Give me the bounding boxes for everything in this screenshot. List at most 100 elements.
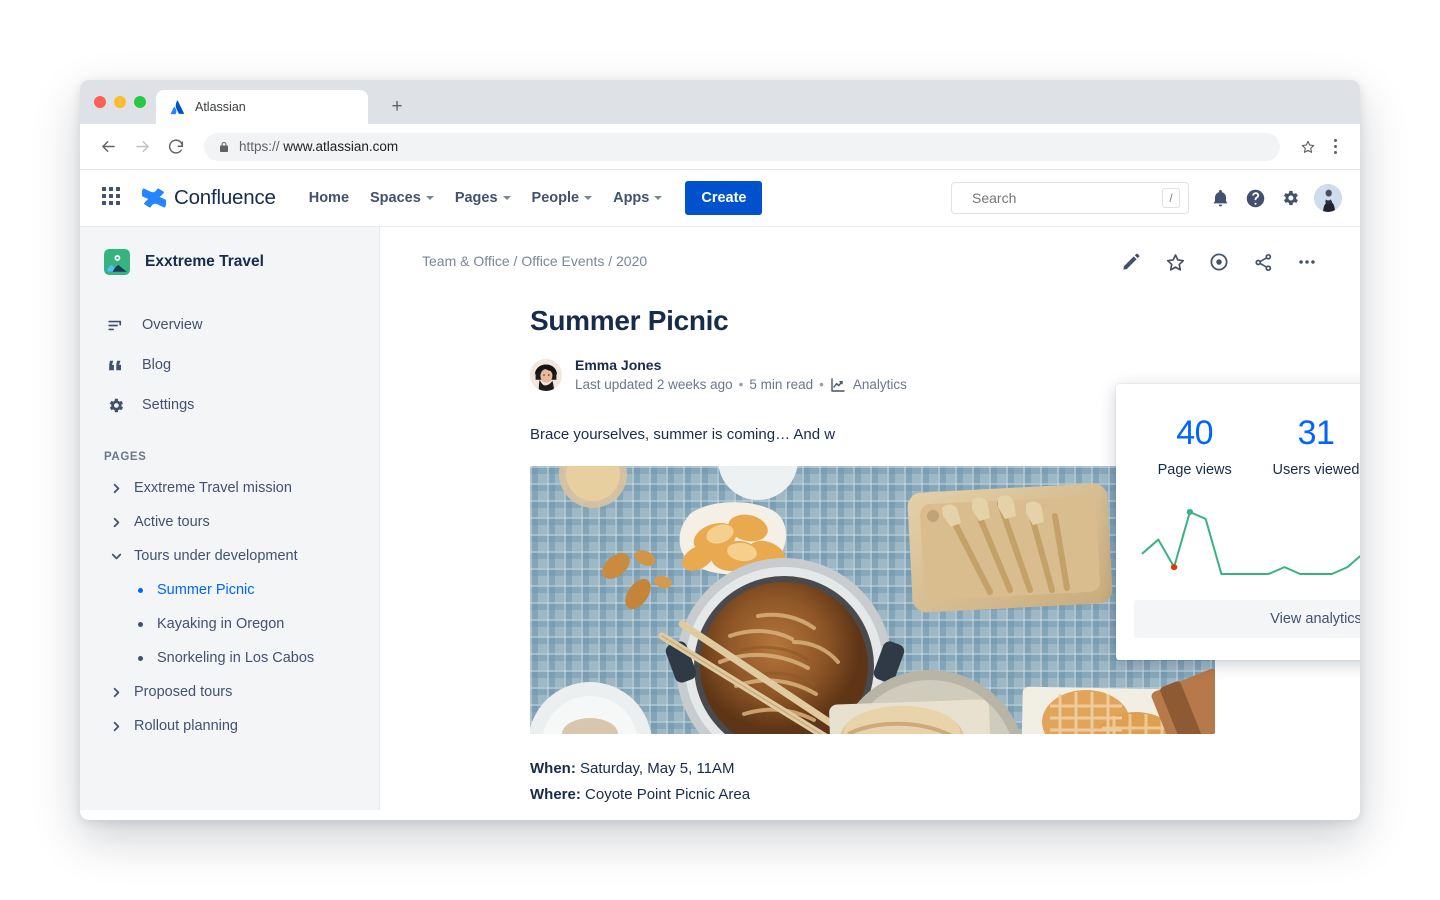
- minimize-window-button[interactable]: [114, 96, 126, 108]
- space-avatar-icon: [104, 249, 130, 275]
- reload-icon[interactable]: [162, 133, 190, 161]
- lock-icon: [218, 141, 230, 153]
- settings-gear-icon[interactable]: [1279, 187, 1301, 209]
- byline-text: Emma Jones Last updated 2 weeks ago • 5 …: [575, 355, 907, 395]
- tree-item-label: Summer Picnic: [157, 582, 255, 598]
- search-input[interactable]: [972, 190, 1153, 206]
- share-icon[interactable]: [1250, 249, 1276, 275]
- browser-window: Atlassian + https:// www.atlassian.com C…: [80, 80, 1360, 820]
- confluence-brand[interactable]: Confluence: [142, 186, 276, 210]
- detail-label: When:: [530, 760, 576, 778]
- kebab-menu-icon[interactable]: [1324, 133, 1346, 161]
- page-action-toolbar: [1118, 249, 1320, 275]
- analytics-stats: 40 Page views 31 Users viewed 3 Comments: [1134, 416, 1360, 478]
- stat-label: Users viewed: [1272, 462, 1360, 478]
- tree-item-summer-picnic[interactable]: Summer Picnic: [80, 573, 379, 607]
- chevron-down-icon[interactable]: [110, 552, 122, 561]
- confluence-logo-icon: [142, 188, 166, 208]
- sidebar-item-label: Settings: [142, 397, 195, 413]
- view-analytics-button[interactable]: View analytics: [1134, 600, 1360, 638]
- chevron-down-icon: [425, 196, 434, 200]
- tree-item-label: Tours under development: [134, 548, 298, 564]
- search-box[interactable]: /: [951, 182, 1189, 214]
- tree-item-active-tours[interactable]: Active tours: [80, 505, 379, 539]
- star-favorite-icon[interactable]: [1162, 249, 1188, 275]
- blog-quote-icon: [104, 354, 126, 376]
- author-avatar[interactable]: [530, 358, 562, 391]
- picnic-food-photo-image: [530, 466, 1215, 735]
- window-traffic-lights: [92, 80, 156, 124]
- profile-avatar[interactable]: [1314, 184, 1342, 212]
- space-header[interactable]: Exxtreme Travel: [80, 249, 379, 275]
- watch-eye-icon[interactable]: [1206, 249, 1232, 275]
- page-meta: Last updated 2 weeks ago • 5 min read • …: [575, 375, 907, 395]
- pages-section-label: Pages: [104, 451, 147, 463]
- tree-item-rollout-planning[interactable]: Rollout planning: [80, 709, 379, 743]
- analytics-sparkline: 4: [1134, 504, 1360, 584]
- bullet-icon: [138, 655, 143, 661]
- back-arrow-icon[interactable]: [94, 133, 122, 161]
- tree-item-exxtreme-travel-mission[interactable]: Exxtreme Travel mission: [80, 471, 379, 505]
- help-question-icon[interactable]: [1244, 187, 1266, 209]
- chevron-down-icon: [584, 196, 593, 200]
- forward-arrow-icon[interactable]: [128, 133, 156, 161]
- chevron-down-icon: [502, 196, 511, 200]
- nav-item-pages[interactable]: Pages: [446, 183, 520, 213]
- search-shortcut-key: /: [1162, 188, 1180, 208]
- global-nav-items: Home Spaces Pages People Apps: [300, 183, 672, 213]
- chevron-right-icon[interactable]: [110, 687, 122, 698]
- stat-label: Page views: [1157, 462, 1232, 478]
- page-content: Team & Office / Office Events / 2020 Sum…: [380, 227, 1360, 810]
- min-point: [1170, 564, 1178, 571]
- sidebar-item-overview[interactable]: Overview: [80, 305, 379, 345]
- chevron-right-icon[interactable]: [110, 721, 122, 732]
- nav-item-spaces[interactable]: Spaces: [361, 183, 443, 213]
- tree-item-label: Snorkeling in Los Cabos: [157, 650, 315, 666]
- tree-item-tours-under-development[interactable]: Tours under development: [80, 539, 379, 573]
- app-switcher-grid-icon[interactable]: [102, 187, 124, 209]
- picnic-food-photo: [530, 466, 1215, 735]
- url-host: www.atlassian.com: [283, 139, 399, 154]
- chevron-right-icon[interactable]: [110, 517, 122, 528]
- atlassian-favicon: [170, 100, 185, 114]
- stat-value: 31: [1297, 414, 1335, 452]
- sparkline-chart: [1134, 509, 1360, 584]
- maximize-window-button[interactable]: [134, 96, 146, 108]
- space-sidebar: Exxtreme Travel Overview Blog Settings P…: [80, 227, 380, 810]
- detail-when: When: Saturday, May 5, 11AM: [530, 756, 1220, 782]
- toolbar-right-actions: [1294, 133, 1346, 161]
- star-outline-icon[interactable]: [1294, 133, 1322, 161]
- nav-item-label: Spaces: [370, 190, 421, 206]
- tree-item-label: Kayaking in Oregon: [157, 616, 285, 632]
- overview-lines-icon: [104, 314, 126, 336]
- nav-item-apps[interactable]: Apps: [604, 183, 671, 213]
- notifications-bell-icon[interactable]: [1209, 187, 1231, 209]
- tree-item-snorkeling-in-los-cabos[interactable]: Snorkeling in Los Cabos: [80, 641, 379, 675]
- edit-pencil-icon[interactable]: [1118, 249, 1144, 275]
- tree-item-proposed-tours[interactable]: Proposed tours: [80, 675, 379, 709]
- bullet-icon: [138, 621, 143, 627]
- analytics-link[interactable]: Analytics: [830, 375, 907, 395]
- chevron-right-icon[interactable]: [110, 483, 122, 494]
- more-actions-icon[interactable]: [1294, 249, 1320, 275]
- author-avatar-image: [530, 358, 562, 391]
- nav-item-home[interactable]: Home: [300, 183, 358, 213]
- tree-item-kayaking-in-oregon[interactable]: Kayaking in Oregon: [80, 607, 379, 641]
- page-title: Summer Picnic: [530, 305, 729, 336]
- analytics-popover: 40 Page views 31 Users viewed 3 Comments…: [1116, 384, 1360, 660]
- sidebar-item-settings[interactable]: Settings: [80, 385, 379, 425]
- analytics-label: Analytics: [852, 377, 907, 393]
- new-tab-button[interactable]: +: [382, 91, 412, 121]
- settings-gear-icon: [104, 394, 126, 416]
- close-window-button[interactable]: [94, 96, 106, 108]
- detail-where: Where: Coyote Point Picnic Area: [530, 782, 1220, 808]
- tree-item-label: Exxtreme Travel mission: [134, 480, 292, 496]
- create-button[interactable]: Create: [685, 181, 763, 215]
- max-point: [1186, 509, 1194, 515]
- nav-item-people[interactable]: People: [523, 183, 602, 213]
- bullet-icon: [138, 587, 143, 593]
- sidebar-item-blog[interactable]: Blog: [80, 345, 379, 385]
- last-updated: Last updated 2 weeks ago: [575, 377, 733, 393]
- address-bar[interactable]: https:// www.atlassian.com: [204, 132, 1280, 161]
- browser-tab[interactable]: Atlassian: [156, 90, 368, 124]
